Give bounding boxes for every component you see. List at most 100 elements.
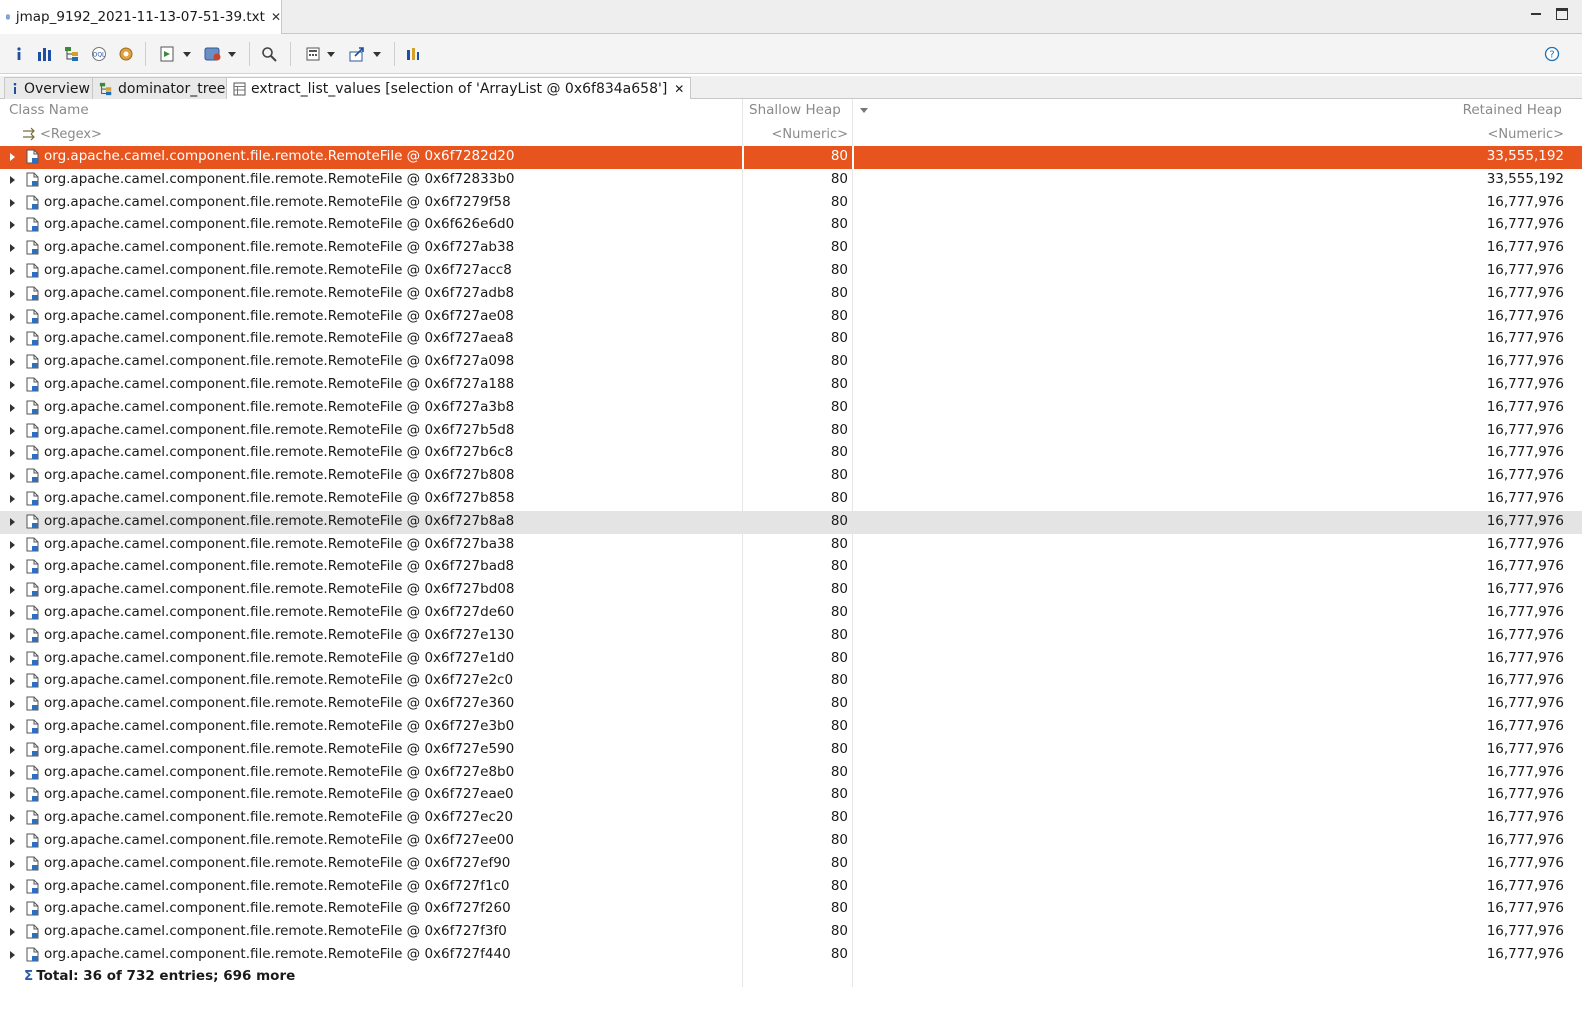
expand-arrow-icon[interactable] — [10, 859, 15, 868]
expand-arrow-icon[interactable] — [10, 198, 15, 207]
table-row[interactable]: org.apache.camel.component.file.remote.R… — [0, 602, 1582, 625]
table-row[interactable]: org.apache.camel.component.file.remote.R… — [0, 442, 1582, 465]
table-row[interactable]: org.apache.camel.component.file.remote.R… — [0, 169, 1582, 192]
expand-arrow-icon[interactable] — [10, 791, 15, 800]
column-header-retained-heap[interactable]: Retained Heap — [1463, 99, 1562, 121]
table-row[interactable]: org.apache.camel.component.file.remote.R… — [0, 625, 1582, 648]
table-row[interactable]: org.apache.camel.component.file.remote.R… — [0, 762, 1582, 785]
table-row[interactable]: org.apache.camel.component.file.remote.R… — [0, 214, 1582, 237]
table-row[interactable]: org.apache.camel.component.file.remote.R… — [0, 670, 1582, 693]
expand-arrow-icon[interactable] — [10, 403, 15, 412]
expand-arrow-icon[interactable] — [10, 244, 15, 253]
column-header-class-name[interactable]: Class Name — [9, 99, 89, 121]
table-row[interactable]: org.apache.camel.component.file.remote.R… — [0, 306, 1582, 329]
close-icon[interactable]: ✕ — [674, 82, 684, 96]
expand-arrow-icon[interactable] — [10, 723, 15, 731]
expand-arrow-icon[interactable] — [10, 951, 15, 959]
thread-overview-icon[interactable] — [117, 43, 135, 65]
expand-arrow-icon[interactable] — [10, 472, 15, 481]
expand-arrow-icon[interactable] — [10, 768, 15, 777]
class-name-filter[interactable]: <Regex> — [22, 123, 102, 145]
table-row[interactable]: org.apache.camel.component.file.remote.R… — [0, 374, 1582, 397]
table-row[interactable]: org.apache.camel.component.file.remote.R… — [0, 510, 1582, 534]
help-icon[interactable]: ? — [1543, 43, 1561, 65]
table-row[interactable]: org.apache.camel.component.file.remote.R… — [0, 283, 1582, 306]
expand-arrow-icon[interactable] — [10, 677, 15, 686]
editor-tab-heap-dump[interactable]: jmap_9192_2021-11-13-07-51-39.txt ✕ — [0, 0, 282, 34]
column-header-shallow-heap[interactable]: Shallow Heap — [749, 99, 841, 121]
expand-arrow-icon[interactable] — [10, 609, 15, 617]
table-row[interactable]: org.apache.camel.component.file.remote.R… — [0, 465, 1582, 488]
expand-arrow-icon[interactable] — [10, 745, 15, 754]
table-row[interactable]: org.apache.camel.component.file.remote.R… — [0, 648, 1582, 671]
expand-arrow-icon[interactable] — [10, 289, 15, 298]
table-row[interactable]: org.apache.camel.component.file.remote.R… — [0, 237, 1582, 260]
table-row[interactable]: org.apache.camel.component.file.remote.R… — [0, 556, 1582, 579]
table-row[interactable]: org.apache.camel.component.file.remote.R… — [0, 397, 1582, 420]
tab-dominator-tree[interactable]: dominator_tree — [92, 77, 233, 99]
tab-overview[interactable]: Overview — [4, 77, 97, 99]
expand-arrow-icon[interactable] — [10, 358, 15, 367]
table-row[interactable]: org.apache.camel.component.file.remote.R… — [0, 260, 1582, 283]
export-icon[interactable] — [345, 43, 385, 65]
expand-arrow-icon[interactable] — [10, 221, 15, 230]
expand-arrow-icon[interactable] — [10, 517, 15, 526]
group-icon[interactable] — [404, 43, 422, 65]
table-row[interactable]: org.apache.camel.component.file.remote.R… — [0, 944, 1582, 967]
expand-arrow-icon[interactable] — [10, 495, 15, 503]
histogram-icon[interactable] — [36, 43, 54, 65]
run-report-icon[interactable] — [156, 43, 194, 65]
expand-arrow-icon[interactable] — [10, 586, 15, 595]
maximize-icon[interactable] — [1556, 8, 1568, 20]
minimize-icon[interactable] — [1530, 8, 1542, 20]
expand-arrow-icon[interactable] — [10, 631, 15, 640]
expand-arrow-icon[interactable] — [10, 426, 15, 435]
table-row[interactable]: org.apache.camel.component.file.remote.R… — [0, 693, 1582, 716]
expand-arrow-icon[interactable] — [10, 882, 15, 891]
table-row[interactable]: org.apache.camel.component.file.remote.R… — [0, 488, 1582, 511]
table-row[interactable]: org.apache.camel.component.file.remote.R… — [0, 739, 1582, 762]
expand-arrow-icon[interactable] — [10, 905, 15, 914]
table-row[interactable]: org.apache.camel.component.file.remote.R… — [0, 328, 1582, 351]
expand-arrow-icon[interactable] — [10, 267, 15, 275]
expand-arrow-icon[interactable] — [10, 335, 15, 344]
shallow-heap-cell: 80 — [830, 604, 848, 620]
expand-arrow-icon[interactable] — [10, 381, 15, 389]
find-object-icon[interactable] — [259, 43, 279, 65]
expand-arrow-icon[interactable] — [10, 563, 15, 572]
shallow-heap-filter[interactable]: <Numeric> — [771, 123, 848, 145]
table-row[interactable]: org.apache.camel.component.file.remote.R… — [0, 579, 1582, 602]
info-icon[interactable] — [12, 43, 26, 65]
tab-extract-list-values[interactable]: extract_list_values [selection of 'Array… — [226, 77, 692, 100]
table-row[interactable]: org.apache.camel.component.file.remote.R… — [0, 876, 1582, 899]
expand-arrow-icon[interactable] — [10, 175, 15, 184]
table-row[interactable]: org.apache.camel.component.file.remote.R… — [0, 146, 1582, 169]
calculate-retained-icon[interactable] — [301, 43, 339, 65]
expand-arrow-icon[interactable] — [10, 449, 15, 458]
table-row[interactable]: org.apache.camel.component.file.remote.R… — [0, 420, 1582, 443]
expand-arrow-icon[interactable] — [10, 153, 15, 161]
expand-arrow-icon[interactable] — [10, 312, 15, 321]
table-row[interactable]: org.apache.camel.component.file.remote.R… — [0, 351, 1582, 374]
oql-icon[interactable]: OQL — [90, 43, 108, 65]
dominator-tree-icon[interactable] — [63, 43, 81, 65]
expand-arrow-icon[interactable] — [10, 700, 15, 709]
table-row[interactable]: org.apache.camel.component.file.remote.R… — [0, 921, 1582, 944]
table-row[interactable]: org.apache.camel.component.file.remote.R… — [0, 534, 1582, 557]
table-row[interactable]: org.apache.camel.component.file.remote.R… — [0, 807, 1582, 830]
expand-arrow-icon[interactable] — [10, 814, 15, 823]
expand-arrow-icon[interactable] — [10, 928, 15, 937]
table-row[interactable]: org.apache.camel.component.file.remote.R… — [0, 784, 1582, 807]
close-icon[interactable]: ✕ — [271, 10, 281, 24]
table-row[interactable]: org.apache.camel.component.file.remote.R… — [0, 192, 1582, 215]
table-row[interactable]: org.apache.camel.component.file.remote.R… — [0, 898, 1582, 921]
table-row[interactable]: org.apache.camel.component.file.remote.R… — [0, 830, 1582, 853]
expand-arrow-icon[interactable] — [10, 837, 15, 845]
table-row[interactable]: org.apache.camel.component.file.remote.R… — [0, 853, 1582, 876]
expand-arrow-icon[interactable] — [10, 654, 15, 663]
retained-heap-filter[interactable]: <Numeric> — [1487, 123, 1564, 145]
sort-descending-icon[interactable] — [860, 99, 872, 121]
query-browser-icon[interactable] — [200, 43, 240, 65]
table-row[interactable]: org.apache.camel.component.file.remote.R… — [0, 716, 1582, 739]
expand-arrow-icon[interactable] — [10, 540, 15, 549]
